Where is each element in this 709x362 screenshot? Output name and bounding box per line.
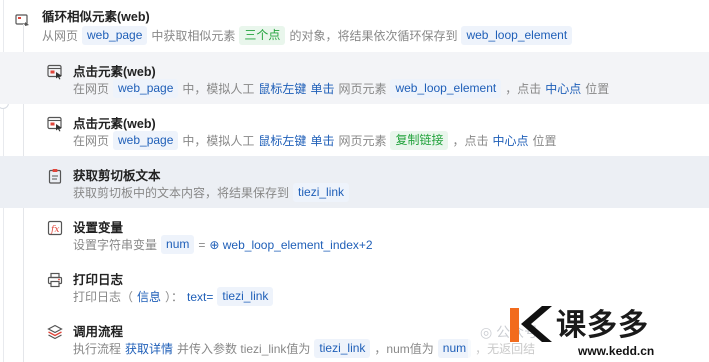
option-value[interactable]: 获取详情 bbox=[125, 340, 173, 357]
desc-text: = bbox=[198, 237, 206, 252]
desc-text: 在网页 bbox=[73, 134, 110, 148]
desc-text: ，点击 bbox=[505, 82, 542, 96]
step-title: 调用流程 bbox=[73, 325, 124, 339]
option-value[interactable]: 中心点 bbox=[545, 80, 581, 97]
option-value[interactable]: 信息 bbox=[137, 288, 161, 305]
step-title: 获取剪切板文本 bbox=[73, 169, 161, 183]
variable-tag[interactable]: tiezi_link bbox=[293, 183, 350, 202]
step-set-variable[interactable]: fx 设置变量 设置字符串变量 num = ⊕ web_loop_element_inde… bbox=[0, 208, 709, 260]
click-element-icon bbox=[47, 116, 63, 132]
step-desc: 在网页 web_page 中，模拟人工 鼠标左键 单击 网页元素 web_loop_elem… bbox=[73, 79, 613, 98]
step-desc: 在网页 web_page 中，模拟人工 鼠标左键 单击 网页元素 复制链接 ，点击 中心点 位置 bbox=[73, 131, 561, 150]
svg-text:fx: fx bbox=[50, 225, 59, 235]
desc-text: ，num值为 bbox=[374, 342, 434, 356]
variable-tag[interactable]: web_page bbox=[113, 131, 179, 150]
loop-block[interactable]: 循环相似元素(web) 从网页 web_page 中获取相似元素 三个点 的对象… bbox=[0, 0, 709, 48]
desc-text: 位置 bbox=[532, 134, 557, 148]
step-title: 打印日志 bbox=[73, 273, 124, 287]
option-value[interactable]: 鼠标左键 bbox=[258, 80, 306, 97]
desc-text: 设置字符串变量 bbox=[73, 238, 158, 252]
printer-icon bbox=[47, 272, 63, 288]
step-click-element-1[interactable]: 点击元素(web) 在网页 web_page 中，模拟人工 鼠标左键 单击 网页元素 web_… bbox=[0, 52, 709, 104]
loop-title: 循环相似元素(web) bbox=[42, 10, 150, 24]
desc-text: 在网页 bbox=[73, 82, 110, 96]
option-value[interactable]: 鼠标左键 bbox=[258, 132, 306, 149]
call-flow-icon bbox=[47, 324, 63, 340]
desc-text: 中，模拟人工 bbox=[182, 134, 255, 148]
desc-text: 网页元素 bbox=[338, 82, 387, 96]
desc-text: 执行流程 bbox=[73, 342, 122, 356]
loop-desc-prefix: 从网页 bbox=[42, 29, 79, 43]
brand-url: www.kedd.cn bbox=[578, 344, 655, 358]
step-title: 点击元素(web) bbox=[73, 117, 156, 131]
step-get-clipboard[interactable]: 获取剪切板文本 获取剪切板中的文本内容，将结果保存到 tiezi_link bbox=[0, 156, 709, 208]
step-title: 设置变量 bbox=[73, 221, 124, 235]
clipboard-icon bbox=[47, 168, 63, 184]
variable-tag[interactable]: web_loop_element bbox=[390, 79, 502, 98]
step-title: 点击元素(web) bbox=[73, 65, 156, 79]
step-click-element-2[interactable]: 点击元素(web) 在网页 web_page 中，模拟人工 鼠标左键 单击 网页元素 复制链接… bbox=[0, 104, 709, 156]
loop-page-var[interactable]: web_page bbox=[82, 26, 148, 45]
step-desc: 设置字符串变量 num = ⊕ web_loop_element_index+2 bbox=[73, 235, 377, 254]
step-desc: 打印日志（ 信息 ）： text= tiezi_link bbox=[73, 287, 277, 306]
variable-tag[interactable]: tiezi_link bbox=[314, 339, 371, 358]
watermark: ◎ 公众号 课多多 www.kedd.cn bbox=[468, 300, 709, 362]
option-value[interactable]: text= bbox=[187, 290, 213, 304]
variable-icon: fx bbox=[47, 220, 63, 236]
desc-text: 网页元素 bbox=[338, 134, 387, 148]
desc-text: ）： bbox=[165, 290, 184, 304]
variable-tag[interactable]: tiezi_link bbox=[217, 287, 274, 306]
option-value[interactable]: 单击 bbox=[310, 132, 334, 149]
loop-desc-suffix: 的对象，将结果依次循环保存到 bbox=[289, 29, 458, 43]
loop-element-tag[interactable]: 三个点 bbox=[239, 26, 286, 45]
loop-result-var[interactable]: web_loop_element bbox=[461, 26, 573, 45]
loop-desc-mid: 中获取相似元素 bbox=[151, 29, 236, 43]
desc-text: ，点击 bbox=[452, 134, 489, 148]
option-value[interactable]: ⊕ web_loop_element_index+2 bbox=[209, 238, 372, 252]
brand-logo-icon bbox=[510, 306, 552, 342]
brand-name: 课多多 bbox=[556, 309, 649, 342]
loop-desc: 从网页 web_page 中获取相似元素 三个点 的对象，将结果依次循环保存到 … bbox=[42, 26, 576, 45]
desc-text: 获取剪切板中的文本内容，将结果保存到 bbox=[73, 186, 290, 200]
desc-text: 位置 bbox=[585, 82, 610, 96]
desc-text: 并传入参数 tiezi_link值为 bbox=[177, 342, 311, 356]
click-element-icon bbox=[47, 64, 63, 80]
desc-text: 中，模拟人工 bbox=[182, 82, 255, 96]
element-tag[interactable]: 复制链接 bbox=[390, 131, 449, 150]
variable-tag[interactable]: num bbox=[161, 235, 195, 254]
option-value[interactable]: 中心点 bbox=[493, 132, 529, 149]
variable-tag[interactable]: web_page bbox=[113, 79, 179, 98]
step-desc: 获取剪切板中的文本内容，将结果保存到 tiezi_link bbox=[73, 183, 353, 202]
option-value[interactable]: 单击 bbox=[310, 80, 334, 97]
flow-editor: 循环相似元素(web) 从网页 web_page 中获取相似元素 三个点 的对象… bbox=[0, 0, 709, 362]
desc-text: 打印日志（ bbox=[73, 290, 134, 304]
variable-tag[interactable]: num bbox=[437, 339, 472, 358]
